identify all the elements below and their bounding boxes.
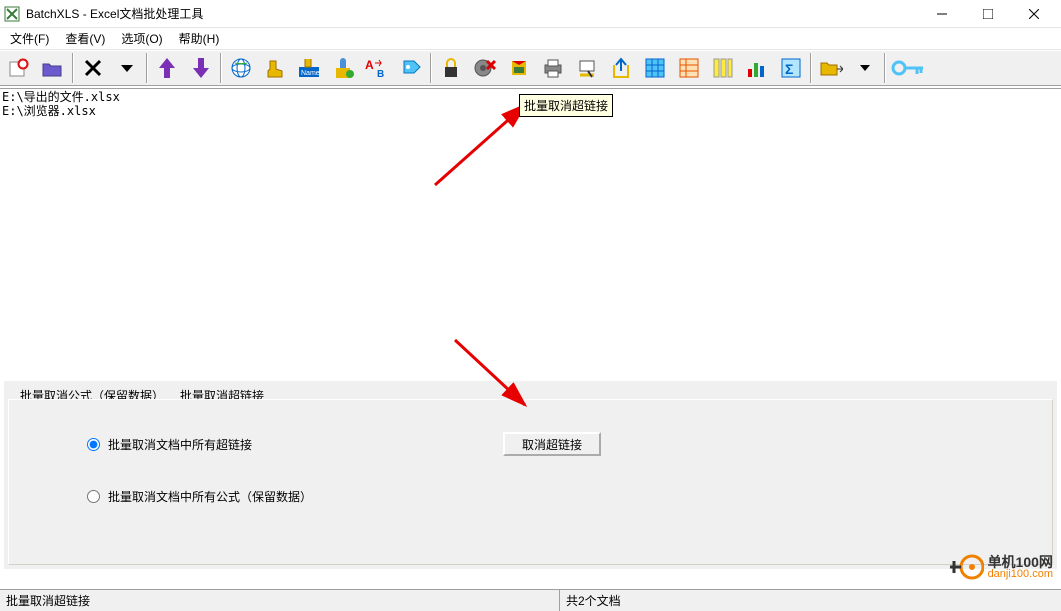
- radio-input[interactable]: [87, 490, 100, 503]
- toolbar-separator: [884, 53, 886, 83]
- app-icon: [4, 6, 20, 22]
- maximize-button[interactable]: [965, 0, 1011, 28]
- svg-text:Σ: Σ: [785, 61, 793, 77]
- add-folder-icon[interactable]: [36, 52, 70, 84]
- export-icon[interactable]: [604, 52, 638, 84]
- toolbar-separator: [810, 53, 812, 83]
- globe-icon[interactable]: [224, 52, 258, 84]
- lock-icon[interactable]: [434, 52, 468, 84]
- grid-blue-icon[interactable]: [638, 52, 672, 84]
- name-tag-icon[interactable]: Name: [292, 52, 326, 84]
- radio-cancel-formulas[interactable]: 批量取消文档中所有公式（保留数据）: [87, 488, 312, 505]
- delete-icon[interactable]: [76, 52, 110, 84]
- radio-label: 批量取消文档中所有公式（保留数据）: [108, 488, 312, 505]
- tooltip: 批量取消超链接: [519, 94, 613, 117]
- folder-options-icon[interactable]: [814, 52, 848, 84]
- svg-text:A: A: [365, 58, 374, 72]
- toolbar-separator: [430, 53, 432, 83]
- toolbar: Name AB Σ: [0, 50, 1061, 86]
- window-title: BatchXLS - Excel文档批处理工具: [26, 5, 919, 22]
- menu-file[interactable]: 文件(F): [2, 28, 57, 49]
- menu-help[interactable]: 帮助(H): [171, 28, 228, 49]
- watermark: 单机100网 danji100.com: [948, 549, 1053, 585]
- options-panel: 批量取消公式（保留数据） 批量取消超链接 批量取消文档中所有超链接 批量取消文档…: [3, 380, 1058, 570]
- add-files-icon[interactable]: [2, 52, 36, 84]
- status-right: 共2个文档: [560, 592, 1061, 609]
- dropdown-small-icon[interactable]: [848, 52, 882, 84]
- radio-label: 批量取消文档中所有超链接: [108, 436, 252, 453]
- watermark-text2: danji100.com: [988, 569, 1053, 580]
- dropdown-icon[interactable]: [110, 52, 144, 84]
- chart-icon[interactable]: [740, 52, 774, 84]
- statusbar: 批量取消超链接 共2个文档: [0, 589, 1061, 611]
- attach-icon[interactable]: [326, 52, 360, 84]
- svg-text:Name: Name: [301, 70, 320, 77]
- grid-orange-icon[interactable]: [672, 52, 706, 84]
- menubar: 文件(F) 查看(V) 选项(O) 帮助(H): [0, 28, 1061, 50]
- cancel-hyperlink-icon[interactable]: [468, 52, 502, 84]
- minimize-button[interactable]: [919, 0, 965, 28]
- columns-icon[interactable]: [706, 52, 740, 84]
- key-icon[interactable]: [888, 52, 928, 84]
- titlebar: BatchXLS - Excel文档批处理工具: [0, 0, 1061, 28]
- sigma-icon[interactable]: Σ: [774, 52, 808, 84]
- toolbar-separator: [146, 53, 148, 83]
- watermark-text1: 单机100网: [988, 555, 1053, 569]
- cancel-hyperlink-button[interactable]: 取消超链接: [503, 432, 601, 456]
- file-list[interactable]: E:\导出的文件.xlsx E:\浏览器.xlsx: [0, 88, 1061, 379]
- printer-icon[interactable]: [536, 52, 570, 84]
- format-icon[interactable]: [570, 52, 604, 84]
- window-controls: [919, 0, 1057, 28]
- status-left: 批量取消超链接: [0, 590, 560, 611]
- tag-icon[interactable]: [394, 52, 428, 84]
- tab-content: 批量取消文档中所有超链接 批量取消文档中所有公式（保留数据） 取消超链接: [8, 399, 1053, 565]
- toolbar-separator: [72, 53, 74, 83]
- book-icon[interactable]: [502, 52, 536, 84]
- svg-text:B: B: [377, 69, 384, 79]
- up-arrow-icon[interactable]: [150, 52, 184, 84]
- toolbar-separator: [220, 53, 222, 83]
- radio-input[interactable]: [87, 438, 100, 451]
- radio-cancel-hyperlinks[interactable]: 批量取消文档中所有超链接: [87, 436, 252, 453]
- down-arrow-icon[interactable]: [184, 52, 218, 84]
- menu-options[interactable]: 选项(O): [113, 28, 170, 49]
- boot-icon[interactable]: [258, 52, 292, 84]
- close-button[interactable]: [1011, 0, 1057, 28]
- replace-text-icon[interactable]: AB: [360, 52, 394, 84]
- watermark-logo-icon: [948, 549, 984, 585]
- menu-view[interactable]: 查看(V): [57, 28, 113, 49]
